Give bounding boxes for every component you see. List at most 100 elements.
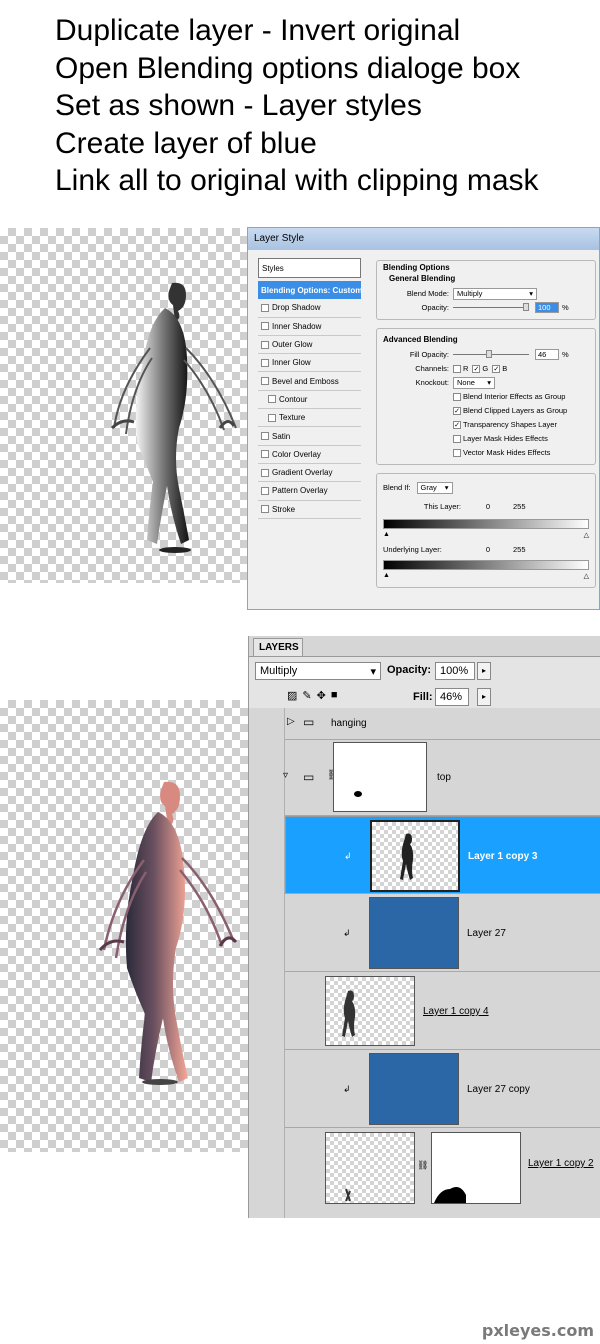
layer-row-layer-1-copy-2[interactable]: ⛓ Layer 1 copy 2 bbox=[285, 1128, 600, 1218]
channel-b-checkbox[interactable] bbox=[492, 364, 501, 373]
style-satin[interactable]: Satin bbox=[258, 427, 361, 446]
lock-move-icon[interactable]: ✥ bbox=[317, 689, 326, 702]
style-drop-shadow[interactable]: Drop Shadow bbox=[258, 299, 361, 318]
layer-name: Layer 1 copy 3 bbox=[468, 851, 538, 862]
layer-blend-mode-select[interactable]: Multiply ▾ bbox=[255, 662, 381, 680]
layer-name: Layer 27 bbox=[467, 928, 506, 939]
opacity-slider[interactable] bbox=[453, 303, 529, 311]
styles-header[interactable]: Styles bbox=[258, 258, 361, 278]
layer-fill-input[interactable]: 46% bbox=[435, 688, 469, 706]
checkbox[interactable] bbox=[261, 505, 269, 514]
knockout-select[interactable]: None ▾ bbox=[453, 376, 495, 389]
checkbox-row[interactable]: Blend Clipped Layers as Group bbox=[453, 404, 589, 417]
checkbox[interactable] bbox=[261, 450, 269, 459]
layer-row-layer-27-copy[interactable]: ↲ Layer 27 copy bbox=[285, 1050, 600, 1128]
knockout-value: None bbox=[457, 378, 475, 387]
checkbox-row[interactable]: Layer Mask Hides Effects bbox=[453, 432, 589, 445]
layer-row-top[interactable]: ▿ ▭ ⛓ top bbox=[283, 740, 600, 816]
layer-opacity-input[interactable]: 100% bbox=[435, 662, 475, 680]
checkbox[interactable] bbox=[261, 486, 269, 495]
style-inner-shadow[interactable]: Inner Shadow bbox=[258, 318, 361, 336]
channel-g-checkbox[interactable] bbox=[472, 364, 481, 373]
style-gradient-overlay[interactable]: Gradient Overlay bbox=[258, 464, 361, 483]
blend-mode-value: Multiply bbox=[457, 289, 483, 298]
checkbox-row[interactable]: Blend Interior Effects as Group bbox=[453, 390, 589, 403]
checkbox[interactable] bbox=[261, 468, 269, 477]
style-color-overlay[interactable]: Color Overlay bbox=[258, 446, 361, 464]
layer-style-dialog: Layer Style Styles Blending Options: Cus… bbox=[247, 227, 600, 610]
blend-if-select[interactable]: Gray ▾ bbox=[416, 481, 453, 494]
instruction-line-2: Open Blending options dialoge box bbox=[55, 51, 521, 85]
checkbox-label: Blend Interior Effects as Group bbox=[463, 392, 566, 401]
blend-interior-checkbox[interactable] bbox=[453, 392, 461, 401]
slider-knob[interactable] bbox=[486, 350, 492, 358]
vector-mask-hides-checkbox[interactable] bbox=[453, 448, 461, 457]
watermark: pxleyes.com bbox=[481, 1321, 594, 1340]
channels-label: Channels: bbox=[415, 364, 449, 373]
lock-paint-icon[interactable]: ✎ bbox=[302, 689, 311, 702]
fill-opacity-input[interactable]: 46 bbox=[535, 349, 559, 360]
opacity-arrow-icon[interactable]: ▸ bbox=[477, 662, 491, 680]
checkbox-row[interactable]: Transparency Shapes Layer bbox=[453, 418, 589, 431]
white-slider-triangle-icon[interactable]: △ bbox=[584, 572, 589, 580]
layer-name: hanging bbox=[331, 718, 367, 729]
fill-arrow-icon[interactable]: ▸ bbox=[477, 688, 491, 706]
checkbox-row[interactable]: Vector Mask Hides Effects bbox=[453, 446, 589, 459]
layer-mask-hides-checkbox[interactable] bbox=[453, 434, 461, 443]
instruction-line-5: Link all to original with clipping mask bbox=[55, 164, 539, 197]
checkbox[interactable] bbox=[261, 303, 269, 312]
black-slider-triangle-icon[interactable]: ▲ bbox=[383, 572, 390, 579]
lock-icons: ▨ ✎ ✥ ■ bbox=[287, 689, 338, 702]
style-contour[interactable]: Contour bbox=[258, 391, 361, 410]
style-inner-glow[interactable]: Inner Glow bbox=[258, 354, 361, 373]
style-stroke[interactable]: Stroke bbox=[258, 501, 361, 519]
fill-opacity-slider[interactable] bbox=[453, 350, 529, 358]
style-texture[interactable]: Texture bbox=[258, 409, 361, 428]
style-label: Gradient Overlay bbox=[272, 468, 333, 478]
underlying-layer-label: Underlying Layer: bbox=[383, 545, 442, 554]
channel-r-checkbox[interactable] bbox=[453, 364, 461, 373]
style-label: Contour bbox=[279, 394, 308, 404]
figure-grayscale-image bbox=[110, 282, 237, 553]
checkbox[interactable] bbox=[268, 413, 276, 422]
advanced-blending-title: Advanced Blending bbox=[383, 335, 458, 344]
layer-row-hanging[interactable]: ▷ ▭ hanging bbox=[285, 708, 600, 740]
layer-opacity-label: Opacity: bbox=[387, 664, 432, 676]
slider-knob[interactable] bbox=[523, 303, 529, 311]
mask-link-icon[interactable]: ⛓ bbox=[417, 1160, 428, 1171]
style-outer-glow[interactable]: Outer Glow bbox=[258, 336, 361, 355]
layer-row-layer-1-copy-3[interactable]: ↲ Layer 1 copy 3 bbox=[285, 816, 600, 894]
white-slider-triangle-icon[interactable]: △ bbox=[584, 531, 589, 539]
checkbox[interactable] bbox=[268, 395, 276, 404]
checkbox[interactable] bbox=[261, 432, 269, 441]
style-label: Drop Shadow bbox=[272, 303, 321, 313]
black-slider-triangle-icon[interactable]: ▲ bbox=[383, 531, 390, 538]
this-layer-gradient-slider[interactable] bbox=[383, 519, 589, 529]
channel-r-label: R bbox=[463, 364, 469, 373]
collapse-arrow-icon[interactable]: ▿ bbox=[283, 770, 288, 781]
clip-arrow-icon: ↲ bbox=[343, 1084, 351, 1094]
checkbox[interactable] bbox=[261, 377, 269, 386]
transparency-shapes-checkbox[interactable] bbox=[453, 420, 461, 429]
expand-arrow-icon[interactable]: ▷ bbox=[287, 716, 295, 727]
checkbox[interactable] bbox=[261, 358, 269, 367]
layer-row-layer-1-copy-4[interactable]: Layer 1 copy 4 bbox=[285, 972, 600, 1050]
style-label: Bevel and Emboss bbox=[272, 376, 339, 386]
style-blending-options[interactable]: Blending Options: Custom bbox=[258, 281, 362, 300]
style-bevel-emboss[interactable]: Bevel and Emboss bbox=[258, 372, 361, 391]
checkbox[interactable] bbox=[261, 340, 269, 349]
lock-all-icon[interactable]: ■ bbox=[331, 689, 338, 702]
blend-mode-select[interactable]: Multiply ▾ bbox=[453, 287, 537, 300]
lock-transparency-icon[interactable]: ▨ bbox=[287, 689, 297, 702]
style-label: Stroke bbox=[272, 504, 296, 514]
advanced-blending-group: Advanced Blending Fill Opacity: 46 % Cha… bbox=[376, 328, 596, 465]
style-pattern-overlay[interactable]: Pattern Overlay bbox=[258, 482, 361, 501]
checkbox[interactable] bbox=[261, 322, 269, 331]
opacity-input[interactable]: 100 bbox=[535, 302, 559, 313]
blend-clipped-checkbox[interactable] bbox=[453, 406, 461, 415]
this-layer-high: 255 bbox=[513, 502, 526, 511]
layer-row-layer-27[interactable]: ↲ Layer 27 bbox=[285, 894, 600, 972]
tab-layers[interactable]: LAYERS bbox=[253, 638, 303, 656]
underlying-gradient-slider[interactable] bbox=[383, 560, 589, 570]
instruction-line-4: Create layer of blue bbox=[55, 126, 317, 160]
